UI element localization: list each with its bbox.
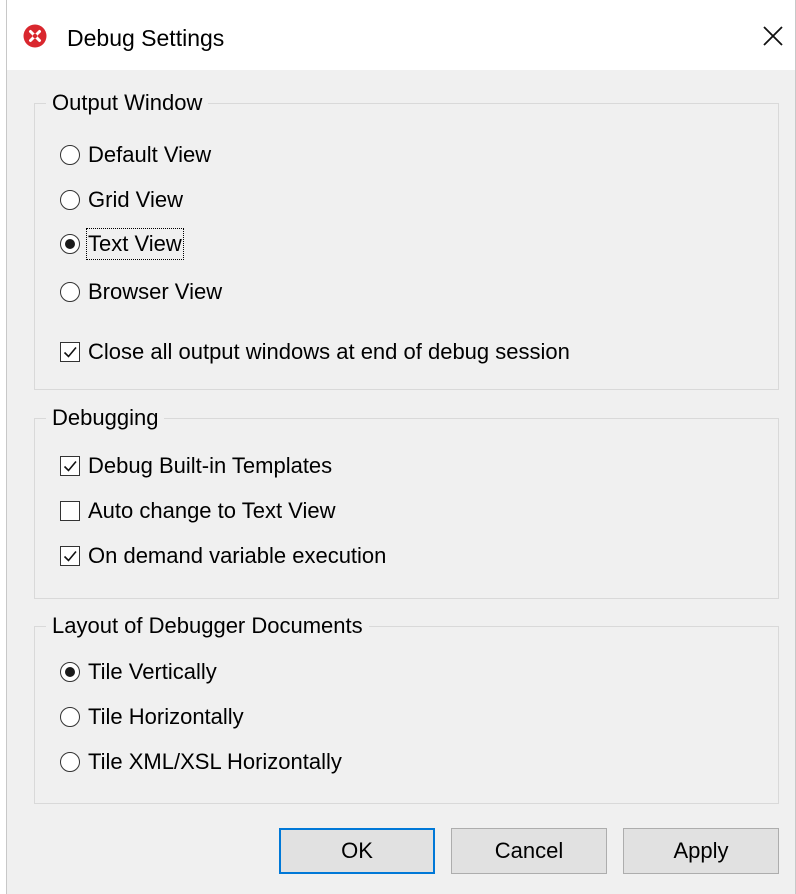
debug-builtin-templates-label[interactable]: Debug Built-in Templates (88, 452, 332, 480)
close-all-output-checkbox[interactable] (60, 342, 80, 362)
browser-view-radio[interactable] (60, 282, 80, 302)
on-demand-variable-checkbox[interactable] (60, 546, 80, 566)
layout-legend: Layout of Debugger Documents (46, 612, 369, 640)
checkmark-icon (63, 460, 77, 472)
close-icon[interactable] (759, 22, 787, 50)
close-all-output-checkbox-option[interactable]: Close all output windows at end of debug… (60, 336, 570, 368)
browser-view-label[interactable]: Browser View (88, 278, 222, 306)
grid-view-radio-option[interactable]: Grid View (60, 184, 183, 216)
tile-xml-xsl-option[interactable]: Tile XML/XSL Horizontally (60, 746, 342, 778)
checkmark-icon (63, 346, 77, 358)
tile-horizontally-option[interactable]: Tile Horizontally (60, 701, 244, 733)
cancel-button[interactable]: Cancel (451, 828, 607, 874)
apply-button[interactable]: Apply (623, 828, 779, 874)
close-all-output-label[interactable]: Close all output windows at end of debug… (88, 338, 570, 366)
text-view-radio-option[interactable]: Text View (60, 228, 184, 260)
text-view-label[interactable]: Text View (86, 228, 184, 260)
default-view-label[interactable]: Default View (88, 141, 211, 169)
auto-change-text-view-label[interactable]: Auto change to Text View (88, 497, 335, 525)
tile-horizontally-label[interactable]: Tile Horizontally (88, 703, 244, 731)
auto-change-text-view-option[interactable]: Auto change to Text View (60, 495, 335, 527)
debugging-group: Debugging Debug Built-in Templates Auto … (34, 404, 779, 599)
tile-xml-xsl-label[interactable]: Tile XML/XSL Horizontally (88, 748, 342, 776)
debug-settings-dialog: Debug Settings Output Window Default Vie… (6, 0, 796, 894)
on-demand-variable-option[interactable]: On demand variable execution (60, 540, 386, 572)
window-title: Debug Settings (67, 25, 225, 51)
grid-view-radio[interactable] (60, 190, 80, 210)
tile-vertically-radio[interactable] (60, 662, 80, 682)
browser-view-radio-option[interactable]: Browser View (60, 276, 222, 308)
tile-horizontally-radio[interactable] (60, 707, 80, 727)
debug-builtin-templates-checkbox[interactable] (60, 456, 80, 476)
default-view-radio-option[interactable]: Default View (60, 139, 211, 171)
on-demand-variable-label[interactable]: On demand variable execution (88, 542, 386, 570)
output-window-group: Output Window Default View Grid View Tex… (34, 89, 779, 390)
checkmark-icon (63, 550, 77, 562)
debug-builtin-templates-option[interactable]: Debug Built-in Templates (60, 450, 332, 482)
text-view-radio[interactable] (60, 234, 80, 254)
altova-x-icon (23, 24, 47, 48)
tile-xml-xsl-radio[interactable] (60, 752, 80, 772)
title-bar: Debug Settings (7, 0, 795, 70)
tile-vertically-option[interactable]: Tile Vertically (60, 656, 217, 688)
auto-change-text-view-checkbox[interactable] (60, 501, 80, 521)
debugging-legend: Debugging (46, 404, 165, 432)
output-window-legend: Output Window (46, 89, 209, 117)
layout-group: Layout of Debugger Documents Tile Vertic… (34, 612, 779, 804)
grid-view-label[interactable]: Grid View (88, 186, 183, 214)
tile-vertically-label[interactable]: Tile Vertically (88, 658, 217, 686)
ok-button[interactable]: OK (279, 828, 435, 874)
default-view-radio[interactable] (60, 145, 80, 165)
